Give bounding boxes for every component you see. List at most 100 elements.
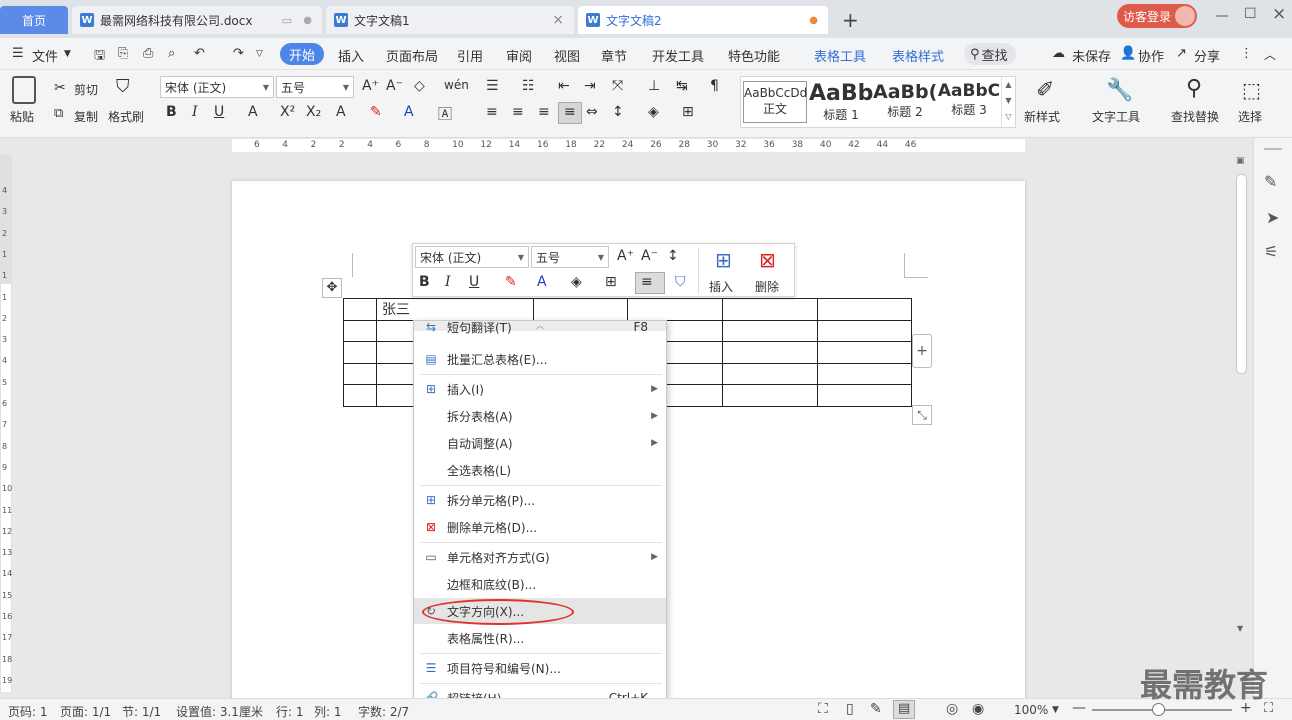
subscript-icon[interactable]: X₂: [306, 104, 321, 120]
chinese-layout-icon[interactable]: ⤧: [612, 78, 623, 94]
new-tab-button[interactable]: +: [842, 8, 859, 32]
unsaved-status[interactable]: 未保存: [1072, 46, 1111, 65]
distribute-icon[interactable]: ⇔: [586, 104, 598, 120]
menu-item-insert[interactable]: ⊞ 插入(I) ▶: [414, 376, 666, 402]
float-delete-button[interactable]: 删除: [755, 278, 779, 295]
zoom-out-icon[interactable]: —: [1072, 700, 1086, 716]
float-insert-button[interactable]: 插入: [709, 278, 733, 295]
menu-view[interactable]: 视图: [554, 46, 580, 65]
decrease-indent-icon[interactable]: ⇤: [558, 78, 570, 94]
table-cell[interactable]: [343, 341, 377, 364]
page-view-button[interactable]: ▤: [893, 700, 915, 719]
menu-item-batch-summary[interactable]: ▤ 批量汇总表格(E)...: [414, 346, 666, 372]
underline-icon[interactable]: U: [214, 104, 224, 120]
fullscreen-icon[interactable]: ⛶: [818, 701, 828, 717]
underline-icon[interactable]: U: [469, 274, 479, 290]
font-select[interactable]: 宋体 (正文) ▼: [160, 76, 274, 98]
status-words[interactable]: 字数: 2/7: [358, 703, 409, 720]
table-cell[interactable]: [722, 362, 818, 385]
borders-icon[interactable]: ⊞: [605, 274, 617, 290]
bold-icon[interactable]: B: [419, 274, 430, 290]
table-cell[interactable]: [817, 362, 912, 385]
read-mode-icon[interactable]: ▯: [846, 701, 854, 717]
justify-button[interactable]: ≡: [558, 102, 582, 124]
sort-icon[interactable]: ↹: [676, 78, 688, 94]
styles-scroll[interactable]: ▲ ▼ ▽: [1001, 77, 1015, 127]
char-border-icon[interactable]: 🄰: [438, 104, 452, 124]
table-cell[interactable]: [627, 298, 723, 321]
settings-sliders-icon[interactable]: ⚟: [1264, 242, 1278, 261]
style-heading-3[interactable]: AaBbC 标题 3: [937, 81, 1001, 118]
tab-home[interactable]: 首页: [0, 6, 68, 34]
vertical-scrollbar[interactable]: ▣ ▼: [1233, 154, 1250, 698]
align-left-icon[interactable]: ≡: [486, 104, 498, 120]
close-window-icon[interactable]: ×: [1272, 4, 1286, 24]
table-cell[interactable]: [343, 319, 377, 342]
shading-icon[interactable]: ◈: [571, 274, 582, 290]
find-replace-button[interactable]: 查找替换: [1171, 108, 1219, 125]
menu-item-select-table[interactable]: 全选表格(L): [414, 457, 666, 483]
scroll-down-icon[interactable]: ▼: [1237, 624, 1243, 633]
line-spacing-icon[interactable]: ↕: [667, 248, 679, 264]
text-effect-icon[interactable]: A: [336, 104, 346, 120]
phonetic-icon[interactable]: wén: [444, 78, 469, 92]
login-button[interactable]: 访客登录: [1117, 4, 1197, 28]
shading-icon[interactable]: ◈: [648, 104, 659, 120]
new-style-button[interactable]: 新样式: [1024, 108, 1060, 125]
status-page[interactable]: 页面: 1/1: [60, 703, 111, 720]
scroll-thumb[interactable]: [1236, 174, 1247, 374]
redo-icon[interactable]: ↷: [233, 46, 244, 61]
menu-table-tools[interactable]: 表格工具: [814, 46, 866, 65]
chevron-down-icon[interactable]: ▼: [1052, 705, 1059, 715]
table-cell[interactable]: [817, 341, 912, 364]
menu-item-borders-shading[interactable]: 边框和底纹(B)...: [414, 571, 666, 597]
grow-font-icon[interactable]: A⁺: [362, 78, 379, 94]
style-normal[interactable]: AaBbCcDd 正文: [743, 81, 807, 123]
menu-section[interactable]: 章节: [601, 46, 627, 65]
menu-item-delete-cells[interactable]: ⊠ 删除单元格(D)...: [414, 514, 666, 540]
table-cell[interactable]: [722, 341, 818, 364]
more-icon[interactable]: ▽: [256, 49, 263, 59]
select-button[interactable]: 选择: [1238, 108, 1262, 125]
highlight-icon[interactable]: ✎: [505, 274, 517, 290]
shrink-font-icon[interactable]: A⁻: [386, 78, 403, 94]
borders-icon[interactable]: ⊞: [682, 104, 694, 120]
line-spacing-icon[interactable]: ↕: [612, 104, 624, 120]
menu-item-split-cells[interactable]: ⊞ 拆分单元格(P)...: [414, 487, 666, 513]
menu-review[interactable]: 审阅: [506, 46, 532, 65]
table-cell[interactable]: [722, 298, 818, 321]
menu-developer[interactable]: 开发工具: [652, 46, 704, 65]
menu-item-table-properties[interactable]: 表格属性(R)...: [414, 625, 666, 651]
menu-table-style[interactable]: 表格样式: [892, 46, 944, 65]
float-size-select[interactable]: 五号 ▼: [531, 246, 609, 268]
grow-font-icon[interactable]: A⁺: [617, 248, 634, 264]
copy-button[interactable]: 复制: [74, 108, 98, 125]
close-icon[interactable]: ×: [552, 12, 564, 28]
eye-protect-icon[interactable]: ◉: [972, 701, 984, 717]
clear-format-icon[interactable]: ◇: [414, 78, 425, 94]
table-cell[interactable]: [722, 384, 818, 407]
tab-document-2[interactable]: W 文字文稿1 ×: [326, 6, 574, 34]
pen-icon[interactable]: ✎: [1264, 172, 1277, 191]
search-button[interactable]: ⚲ 查找: [964, 43, 1016, 65]
strikethrough-icon[interactable]: A: [248, 104, 258, 120]
text-direction-icon[interactable]: ⊥: [648, 78, 660, 94]
menu-insert[interactable]: 插入: [338, 46, 364, 65]
font-color-icon[interactable]: A: [537, 274, 547, 290]
horizontal-ruler[interactable]: 6 4 2 2 4 6 8 10 12 14 16 18 22 24 26 28 30 32 36 38 40 42 44 4…: [0, 138, 1292, 154]
table-cell[interactable]: [722, 319, 818, 342]
size-select[interactable]: 五号 ▼: [276, 76, 354, 98]
tab-document-1[interactable]: W 最需网络科技有限公司.docx ▭ ●: [72, 6, 322, 34]
menu-start[interactable]: 开始: [280, 43, 324, 65]
numbered-list-icon[interactable]: ☷: [522, 78, 535, 94]
zoom-level[interactable]: 100%: [1014, 703, 1048, 717]
undo-icon[interactable]: ↶: [194, 46, 205, 61]
paste-icon[interactable]: [12, 76, 36, 104]
table-cell[interactable]: 张三: [376, 298, 534, 321]
maximize-icon[interactable]: ☐: [1244, 6, 1257, 22]
tab-document-3[interactable]: W 文字文稿2 ●: [578, 6, 828, 34]
web-view-icon[interactable]: ◎: [946, 701, 958, 717]
format-painter-button[interactable]: 格式刷: [108, 108, 144, 125]
more-options-icon[interactable]: ⋮: [1240, 46, 1253, 61]
menu-item-autofit[interactable]: 自动调整(A) ▶: [414, 430, 666, 456]
